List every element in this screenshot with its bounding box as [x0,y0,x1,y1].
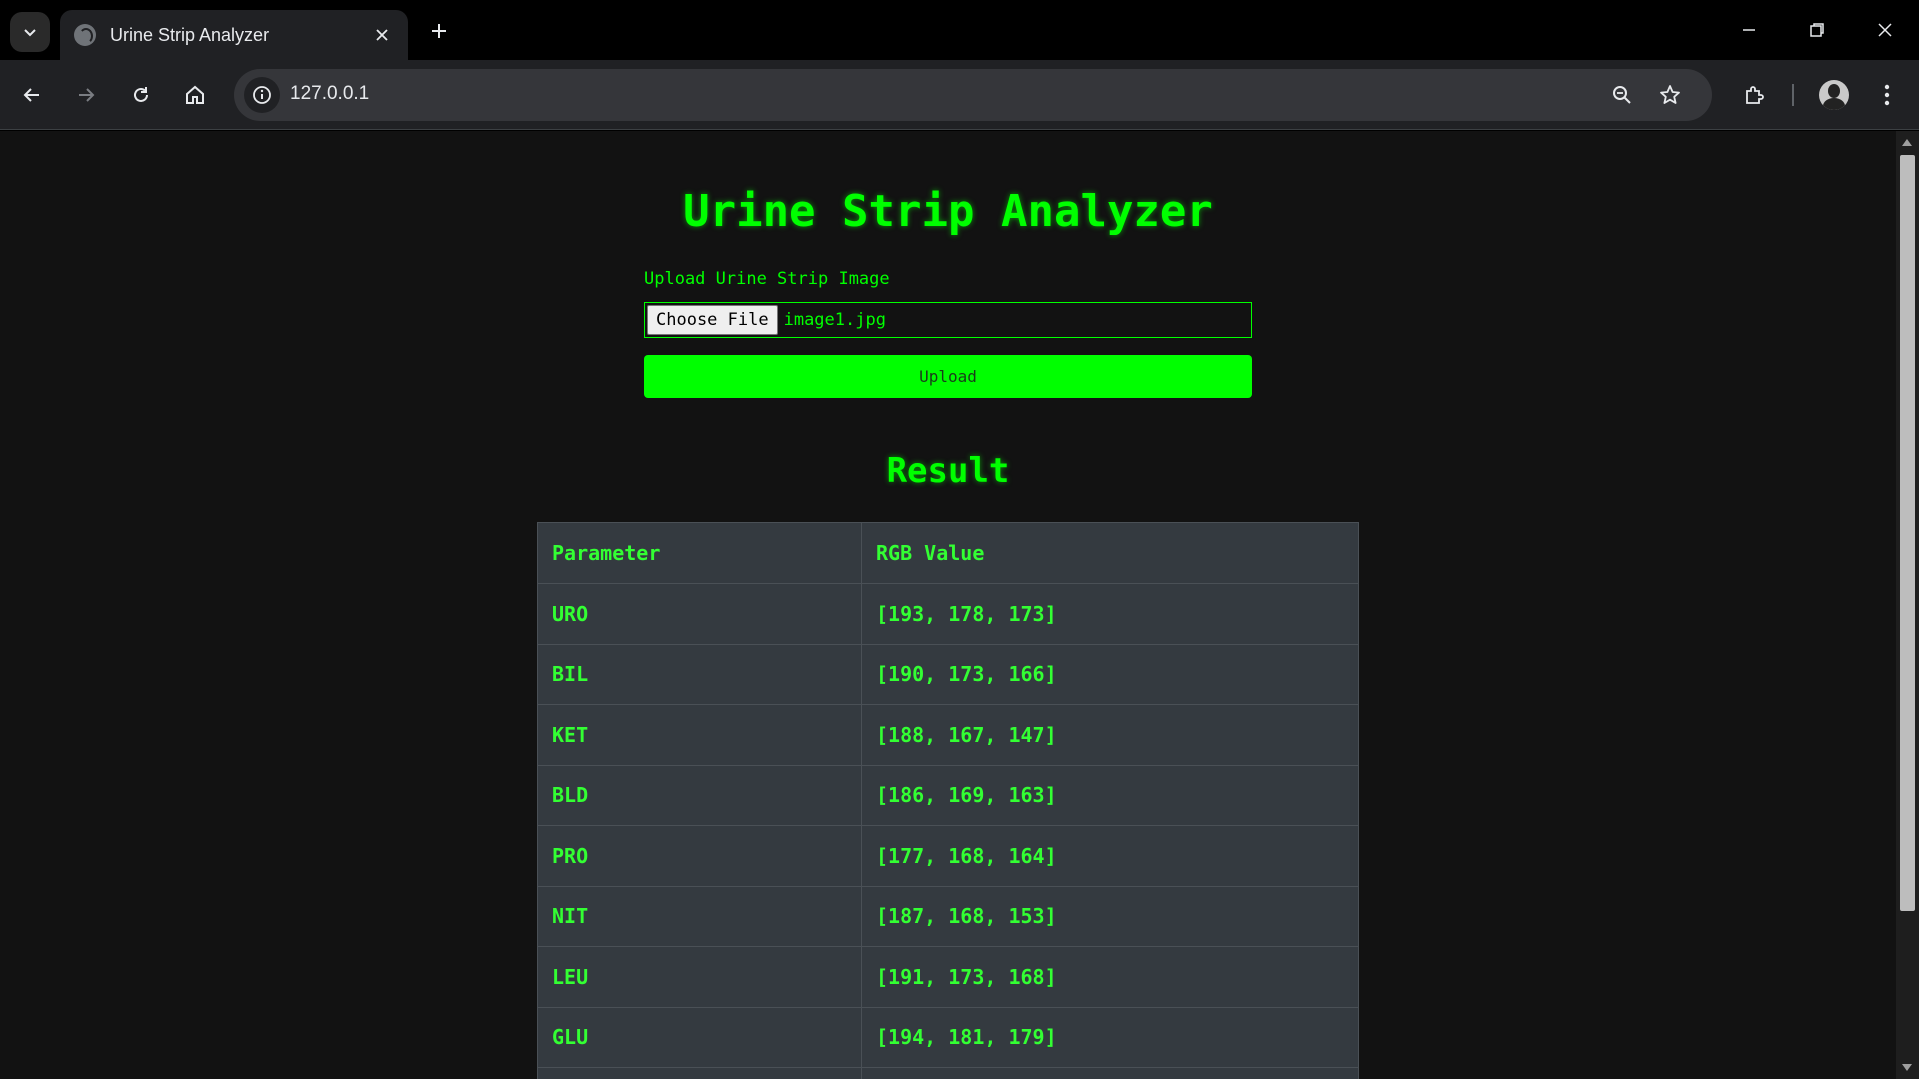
toolbar-separator [1792,84,1794,106]
tab-title: Urine Strip Analyzer [110,24,270,45]
rgb-value-cell: [191, 173, 168] [861,946,1359,1008]
table-row: LEU [191, 173, 168] [537,946,1359,1008]
avatar-icon[interactable] [1819,80,1849,110]
parameter-cell [537,1067,862,1079]
zoom-icon [1613,86,1631,104]
table-row: KET [188, 167, 147] [537,704,1359,766]
restore-icon [1810,23,1824,37]
star-icon [1660,85,1680,104]
bookmark-button[interactable] [1652,77,1688,113]
rgb-value-cell: [190, 173, 166] [861,643,1359,705]
scroll-up-arrow-icon[interactable] [1902,139,1912,146]
close-tab-button[interactable] [370,23,394,47]
minimize-icon [1743,29,1755,31]
parameter-cell: BIL [537,643,862,705]
parameter-cell: LEU [537,946,862,1008]
rgb-value-cell: [193, 178, 173] [861,583,1359,645]
browser-tab[interactable]: Urine Strip Analyzer [60,10,408,60]
rgb-value-cell: [187, 168, 153] [861,885,1359,947]
selected-file-name: image1.jpg [783,310,886,330]
upload-button[interactable]: Upload [644,355,1252,398]
back-icon [23,88,39,102]
close-window-button[interactable] [1865,10,1905,50]
url-text[interactable]: 127.0.0.1 [290,83,369,105]
reload-icon [134,87,148,102]
parameter-cell: URO [537,583,862,645]
vertical-scrollbar[interactable] [1896,131,1919,1079]
table-row [537,1067,1359,1079]
column-header-rgb-value: RGB Value [861,522,1359,584]
page-viewport: Urine Strip Analyzer Upload Urine Strip … [0,131,1896,1079]
table-header-row: Parameter RGB Value [537,522,1359,584]
close-icon [376,29,388,41]
parameter-cell: GLU [537,1006,862,1068]
rgb-value-cell: [194, 181, 179] [861,1006,1359,1068]
info-icon [253,86,271,104]
results-table: Parameter RGB Value URO [193, 178, 173] … [537,522,1359,1079]
upload-label: Upload Urine Strip Image [644,269,890,289]
plus-icon [432,24,446,38]
table-row: GLU [194, 181, 179] [537,1006,1359,1068]
choose-file-button[interactable]: Choose File [647,305,778,335]
forward-icon [79,88,95,102]
new-tab-button[interactable] [422,14,456,48]
back-button[interactable] [12,75,52,115]
parameter-cell: NIT [537,885,862,947]
file-input[interactable]: Choose File image1.jpg [644,302,1252,338]
home-button[interactable] [175,75,215,115]
home-icon [186,85,204,104]
menu-button[interactable] [1867,75,1907,115]
rgb-value-cell: [177, 168, 164] [861,825,1359,887]
extensions-icon [1746,86,1764,104]
parameter-cell: BLD [537,764,862,826]
globe-icon [74,24,96,46]
table-row: URO [193, 178, 173] [537,583,1359,645]
extensions-button[interactable] [1734,75,1774,115]
column-header-parameter: Parameter [537,522,862,584]
minimize-button[interactable] [1729,10,1769,50]
rgb-value-cell: [186, 169, 163] [861,764,1359,826]
table-row: PRO [177, 168, 164] [537,825,1359,887]
address-bar[interactable]: 127.0.0.1 [234,69,1712,121]
page-title: Urine Strip Analyzer [683,186,1213,237]
table-row: BLD [186, 169, 163] [537,764,1359,826]
table-row: BIL [190, 173, 166] [537,643,1359,705]
tab-strip: Urine Strip Analyzer [0,0,1919,60]
zoom-button[interactable] [1604,77,1640,113]
scrollbar-thumb[interactable] [1900,155,1915,911]
reload-button[interactable] [121,75,161,115]
rgb-value-cell [861,1067,1359,1079]
result-heading: Result [886,451,1010,491]
rgb-value-cell: [188, 167, 147] [861,704,1359,766]
restore-button[interactable] [1797,10,1837,50]
parameter-cell: KET [537,704,862,766]
tab-search-button[interactable] [10,12,50,52]
close-icon [1878,23,1892,37]
scroll-down-arrow-icon[interactable] [1902,1064,1912,1071]
site-info-button[interactable] [244,77,280,113]
browser-toolbar: 127.0.0.1 [0,60,1919,130]
forward-button[interactable] [66,75,106,115]
chevron-down-icon [24,29,36,37]
table-row: NIT [187, 168, 153] [537,885,1359,947]
parameter-cell: PRO [537,825,862,887]
menu-icon [1884,84,1890,106]
